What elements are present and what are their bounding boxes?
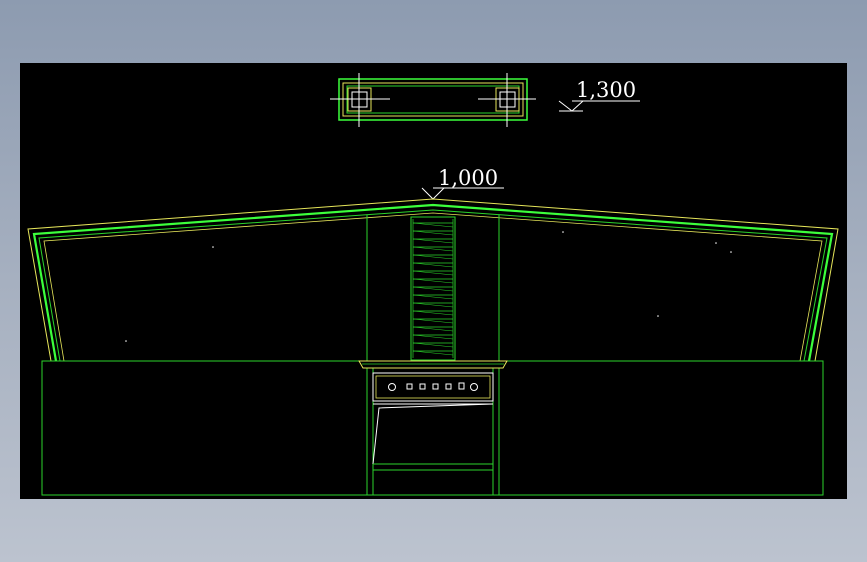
cad-drawing: 1,300 1,000 xyxy=(27,73,839,496)
duct-rib-diagonal xyxy=(412,310,454,316)
duct-rib-diagonal xyxy=(412,230,454,236)
duct-rib-diagonal xyxy=(412,350,454,356)
duct-rib-diagonal xyxy=(412,238,454,244)
elevation-marker-top: 1,300 xyxy=(558,78,640,112)
duct-rib-diagonal xyxy=(412,222,454,228)
elevation-label-top: 1,300 xyxy=(576,78,636,102)
duct-rib-diagonal xyxy=(412,326,454,332)
duct-rib-diagonal xyxy=(412,318,454,324)
elevation-label-ridge: 1,000 xyxy=(438,166,498,190)
duct-rib-diagonal xyxy=(412,294,454,300)
cad-viewport[interactable]: 1,300 1,000 xyxy=(20,63,847,499)
duct-rib-diagonal xyxy=(412,270,454,276)
stove-range xyxy=(372,372,494,471)
duct-rib-diagonal xyxy=(412,278,454,284)
cornice-moulding xyxy=(358,360,508,369)
central-duct xyxy=(410,216,456,361)
duct-rib-diagonal xyxy=(412,254,454,260)
duct-rib-diagonal xyxy=(412,262,454,268)
base-cabinet xyxy=(41,360,824,496)
plan-view-beam xyxy=(330,73,536,127)
elevation-marker-ridge: 1,000 xyxy=(421,166,504,200)
duct-rib-diagonal xyxy=(412,246,454,252)
duct-rib-diagonal xyxy=(412,286,454,292)
duct-rib-diagonal xyxy=(412,302,454,308)
duct-rib-diagonal xyxy=(412,342,454,348)
duct-rib-diagonal xyxy=(412,334,454,340)
